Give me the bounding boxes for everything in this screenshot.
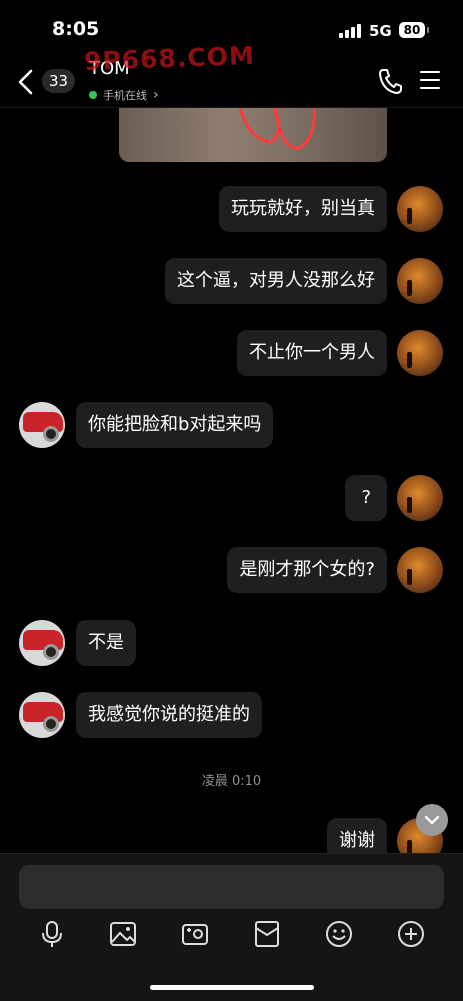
chat-area[interactable]: 玩玩就好，别当真 这个逼，对男人没那么好 不止你一个男人 你能把脸和b对起来吗 … <box>0 108 463 853</box>
phone-icon[interactable] <box>378 68 402 94</box>
contact-avatar[interactable] <box>19 620 65 666</box>
photo-content <box>238 108 316 150</box>
network-type: 5G <box>369 22 392 40</box>
unread-count-badge[interactable]: 33 <box>42 69 75 93</box>
message-bubble[interactable]: ? <box>345 475 387 521</box>
status-time: 8:05 <box>52 18 100 40</box>
message-input[interactable] <box>19 865 444 909</box>
message-bubble[interactable]: 不是 <box>76 620 136 666</box>
message-bubble[interactable]: 玩玩就好，别当真 <box>219 186 387 232</box>
message-bubble[interactable]: 我感觉你说的挺准的 <box>76 692 262 738</box>
battery-icon: 80 <box>399 22 425 38</box>
chevron-right-icon: › <box>153 87 159 103</box>
online-dot-icon <box>89 91 97 99</box>
home-indicator[interactable] <box>150 985 314 990</box>
image-message[interactable] <box>119 108 387 162</box>
scroll-to-bottom-button[interactable] <box>416 804 448 836</box>
input-panel <box>0 853 463 1001</box>
my-avatar[interactable] <box>397 475 443 521</box>
my-avatar[interactable] <box>397 186 443 232</box>
signal-icon <box>339 24 361 38</box>
message-bubble[interactable]: 是刚才那个女的? <box>227 547 387 593</box>
online-status[interactable]: 手机在线 › <box>89 86 159 104</box>
battery-tip <box>427 27 429 33</box>
online-status-text: 手机在线 <box>103 89 147 102</box>
message-timestamp: 凌晨 0:10 <box>201 774 262 789</box>
image-icon[interactable] <box>109 920 137 948</box>
emoji-icon[interactable] <box>325 920 353 948</box>
plus-icon[interactable] <box>397 920 425 948</box>
microphone-icon[interactable] <box>38 920 66 948</box>
camera-icon[interactable] <box>181 920 209 948</box>
chevron-left-icon[interactable] <box>14 68 38 96</box>
message-bubble[interactable]: 这个逼，对男人没那么好 <box>165 258 387 304</box>
red-packet-icon[interactable] <box>253 920 281 948</box>
contact-avatar[interactable] <box>19 402 65 448</box>
watermark: 9P668.COM <box>83 41 256 76</box>
chevron-down-icon <box>424 815 440 825</box>
menu-icon[interactable] <box>420 71 440 89</box>
my-avatar[interactable] <box>397 330 443 376</box>
message-bubble[interactable]: 不止你一个男人 <box>237 330 387 376</box>
my-avatar[interactable] <box>397 547 443 593</box>
contact-avatar[interactable] <box>19 692 65 738</box>
message-bubble[interactable]: 谢谢 <box>327 818 387 853</box>
my-avatar[interactable] <box>397 258 443 304</box>
message-bubble[interactable]: 你能把脸和b对起来吗 <box>76 402 274 448</box>
